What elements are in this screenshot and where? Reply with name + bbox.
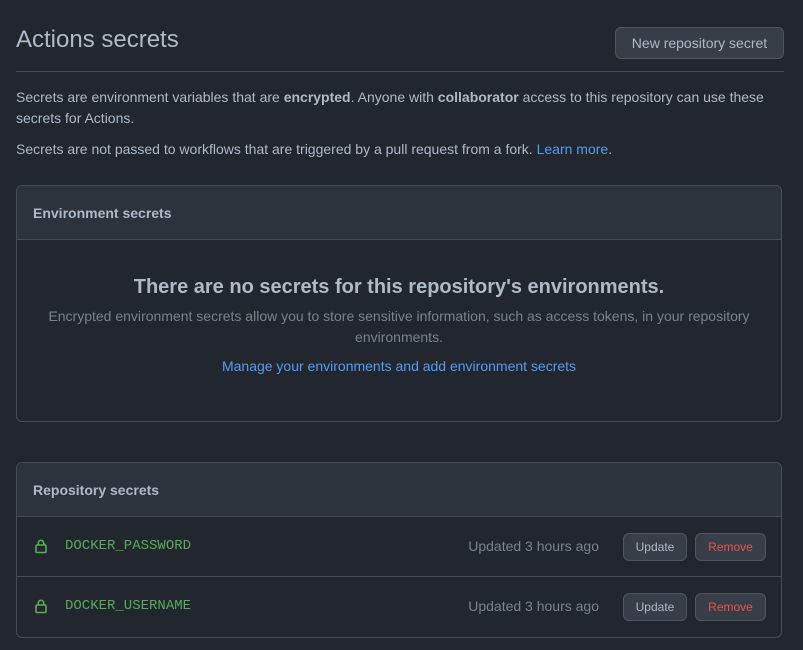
repository-secrets-box: Repository secrets DOCKER_PASSWORD Updat… bbox=[16, 462, 782, 638]
blank-state-title: There are no secrets for this repository… bbox=[133, 276, 665, 298]
manage-environments-link[interactable]: Manage your environments and add environ… bbox=[222, 358, 576, 374]
update-secret-button[interactable]: Update bbox=[623, 533, 687, 561]
learn-more-link[interactable]: Learn more bbox=[537, 141, 609, 157]
repository-secrets-heading: Repository secrets bbox=[17, 463, 781, 517]
fork-note: Secrets are not passed to workflows that… bbox=[16, 139, 776, 160]
actions-secrets-page: Actions secrets New repository secret Se… bbox=[0, 0, 803, 650]
update-secret-button[interactable]: Update bbox=[623, 593, 687, 621]
secrets-description: Secrets are environment variables that a… bbox=[16, 87, 776, 129]
environment-secrets-heading: Environment secrets bbox=[17, 186, 781, 240]
lock-icon bbox=[35, 539, 47, 554]
remove-secret-button[interactable]: Remove bbox=[695, 533, 766, 561]
fork-note-text: Secrets are not passed to workflows that… bbox=[16, 141, 537, 157]
new-repository-secret-button[interactable]: New repository secret bbox=[615, 27, 784, 59]
lock-icon bbox=[35, 599, 47, 614]
page-header: Actions secrets New repository secret bbox=[16, 18, 784, 72]
secret-name: DOCKER_PASSWORD bbox=[65, 538, 192, 554]
description-bold-encrypted: encrypted bbox=[283, 89, 351, 105]
description-text: Secrets are environment variables that a… bbox=[16, 89, 284, 105]
environment-secrets-box: Environment secrets There are no secrets… bbox=[16, 185, 782, 422]
secret-updated-time: Updated 3 hours ago bbox=[468, 598, 599, 614]
page-title: Actions secrets bbox=[16, 26, 179, 53]
blank-state-text: Encrypted environment secrets allow you … bbox=[48, 308, 750, 345]
description-bold-collaborator: collaborator bbox=[437, 89, 519, 105]
description-text: . Anyone with bbox=[350, 89, 438, 105]
remove-secret-button[interactable]: Remove bbox=[695, 593, 766, 621]
secret-row: DOCKER_PASSWORD Updated 3 hours ago Upda… bbox=[17, 517, 781, 577]
fork-note-period: . bbox=[608, 141, 613, 157]
environment-blank-state: There are no secrets for this repository… bbox=[17, 240, 781, 374]
secret-name: DOCKER_USERNAME bbox=[65, 598, 192, 614]
secret-row: DOCKER_USERNAME Updated 3 hours ago Upda… bbox=[17, 577, 781, 637]
secret-updated-time: Updated 3 hours ago bbox=[468, 538, 599, 554]
